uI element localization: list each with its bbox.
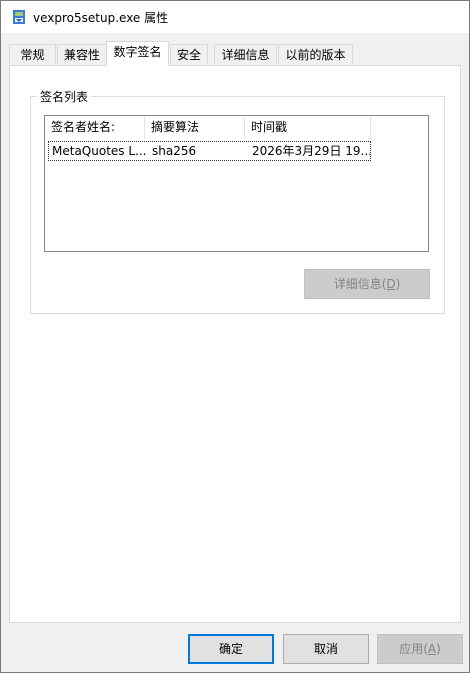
tab-compatibility[interactable]: 兼容性 — [57, 44, 107, 64]
properties-dialog: vexpro5setup.exe 属性 常规 兼容性 数字签名 安全 详细信息 … — [0, 0, 470, 673]
ok-button-label: 确定 — [218, 642, 243, 656]
tab-strip: 常规 兼容性 数字签名 安全 详细信息 以前的版本 — [9, 41, 461, 66]
digital-signatures-panel: 签名列表 签名者姓名: 摘要算法 时间戳 MetaQuotes L... sha… — [9, 65, 461, 623]
column-header-signer[interactable]: 签名者姓名: — [45, 116, 145, 139]
cancel-button[interactable]: 取消 — [283, 634, 369, 664]
tab-security[interactable]: 安全 — [170, 44, 208, 64]
apply-button-mnemonic: A — [427, 642, 437, 656]
apply-button[interactable]: 应用(A) — [377, 634, 463, 664]
column-header-digest[interactable]: 摘要算法 — [145, 116, 245, 139]
apply-button-suffix: ) — [436, 642, 441, 656]
details-button-mnemonic: D — [386, 277, 396, 291]
apply-button-label: 应用( — [399, 642, 428, 656]
title-bar[interactable]: vexpro5setup.exe 属性 — [1, 1, 469, 33]
list-header: 签名者姓名: 摘要算法 时间戳 — [45, 116, 428, 139]
ok-button[interactable]: 确定 — [188, 634, 274, 664]
details-button-label: 详细信息( — [333, 277, 387, 291]
timestamp-cell: 2026年3月29日 19... — [252, 144, 370, 158]
installer-app-icon — [13, 10, 25, 24]
tab-previous-versions[interactable]: 以前的版本 — [278, 44, 353, 64]
signature-list-title: 签名列表 — [37, 88, 92, 105]
column-header-timestamp[interactable]: 时间戳 — [245, 116, 371, 139]
digest-cell: sha256 — [152, 144, 197, 158]
tab-general[interactable]: 常规 — [9, 44, 56, 64]
signer-cell: MetaQuotes L... — [52, 144, 147, 158]
window-title: vexpro5setup.exe 属性 — [33, 11, 169, 25]
signature-list[interactable]: 签名者姓名: 摘要算法 时间戳 MetaQuotes L... sha256 2… — [44, 115, 429, 252]
tab-details[interactable]: 详细信息 — [214, 44, 277, 64]
tab-digital-signatures[interactable]: 数字签名 — [106, 41, 169, 66]
signature-list-group: 签名列表 签名者姓名: 摘要算法 时间戳 MetaQuotes L... sha… — [30, 88, 445, 314]
list-item[interactable]: MetaQuotes L... sha256 2026年3月29日 19... — [48, 141, 371, 161]
cancel-button-label: 取消 — [313, 642, 338, 656]
details-button[interactable]: 详细信息(D) — [304, 269, 430, 299]
details-button-suffix: ) — [395, 277, 401, 291]
